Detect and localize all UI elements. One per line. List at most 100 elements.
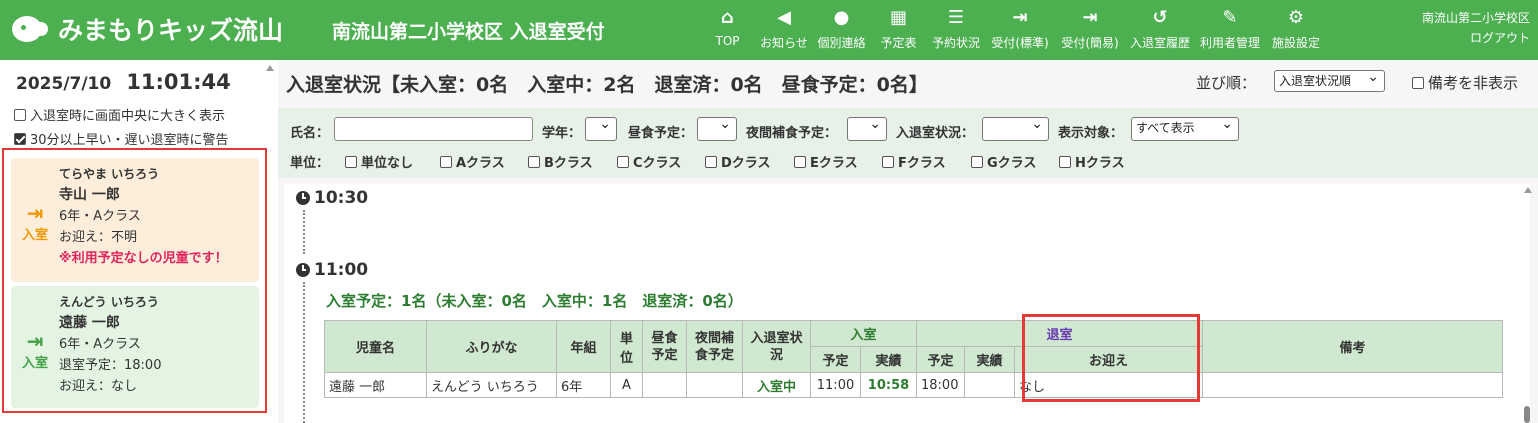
cell-kana: えんどう いちろう (426, 372, 557, 398)
col-lunch[interactable]: 昼食予定 (642, 320, 687, 373)
recent-entries-panel: ⇥ 入室 てらやま いちろう 寺山 一郎 6年・Aクラス お迎え：不明 ※利用予… (2, 148, 267, 413)
sign-in-icon: ⇥ (26, 201, 44, 225)
app-logo[interactable]: みまもりキッズ流山 (12, 10, 283, 48)
col-entry-actual[interactable]: 実績 (860, 346, 917, 373)
checkbox-checked[interactable] (14, 132, 26, 145)
gear-icon: ⚙ (1287, 7, 1305, 28)
unit-option[interactable]: 単位なし (345, 152, 413, 171)
name-filter-input[interactable] (334, 117, 533, 141)
nav-facility-settings[interactable]: ⚙ 施設設定 (1265, 6, 1327, 51)
checkbox[interactable] (882, 155, 894, 168)
col-status[interactable]: 入退室状況 (742, 320, 811, 373)
checkbox[interactable] (794, 155, 806, 168)
nav-reception-simple[interactable]: ⇥ 受付(簡易) (1055, 6, 1125, 51)
cell-entry-planned: 11:00 (810, 372, 861, 398)
checkbox[interactable] (528, 155, 540, 168)
lunch-filter-select[interactable] (697, 114, 737, 141)
nav-top[interactable]: ⌂ TOP (700, 6, 755, 51)
nav-schedule[interactable]: ▦ 予定表 (870, 6, 927, 51)
nav-reservations[interactable]: ☰ 予約状況 (927, 6, 985, 51)
unit-option[interactable]: Bクラス (528, 152, 593, 171)
col-pickup[interactable]: お迎え (1014, 346, 1203, 373)
nav-label: 施設設定 (1271, 36, 1320, 50)
col-exit-planned[interactable]: 予定 (916, 346, 965, 373)
unit-option-label: Dクラス (721, 156, 771, 171)
grade-filter-label: 学年： (542, 126, 582, 141)
unit-option[interactable]: Eクラス (794, 152, 858, 171)
checkbox[interactable] (14, 108, 26, 121)
checkbox[interactable] (617, 155, 629, 168)
time-slot-label: 11:00 (314, 260, 369, 280)
cell-status[interactable]: 入室中 (742, 372, 811, 398)
unit-option[interactable]: Aクラス (440, 152, 505, 171)
cell-exit-actual[interactable] (964, 372, 1015, 398)
slot-summary: 入室予定：1名（未入室：0名 入室中：1名 退室済：0名） (326, 292, 743, 310)
entry-card[interactable]: ⇥ 入室 えんどう いちろう 遠藤 一郎 6年・Aクラス 退室予定：18:00 … (11, 286, 259, 408)
app-header: みまもりキッズ流山 南流山第二小学校区 入退室受付 ⌂ TOP ◀ お知らせ ●… (0, 0, 1538, 60)
checkbox[interactable] (1412, 76, 1424, 89)
nav-label: 利用者管理 (1199, 36, 1260, 50)
nav-user-management[interactable]: ✎ 利用者管理 (1195, 6, 1265, 51)
grade-filter-select[interactable] (585, 114, 617, 141)
unit-option-label: Bクラス (544, 156, 593, 171)
display-filter-select[interactable]: すべて表示 (1131, 114, 1239, 141)
checkbox[interactable] (971, 155, 983, 168)
option-show-center[interactable]: 入退室時に画面中央に大きく表示 (14, 105, 225, 124)
facility-name: 南流山第二小学校区 (1421, 11, 1530, 25)
logo-text: みまもりキッズ流山 (58, 16, 284, 45)
scrollbar-thumb[interactable] (1524, 406, 1530, 423)
child-class: 6年・Aクラス (59, 337, 141, 352)
option-warn-early-late[interactable]: 30分以上早い・遅い退室時に警告 (14, 129, 229, 148)
col-notes[interactable]: 備考 (1202, 320, 1503, 373)
unit-option-label: Gクラス (987, 156, 1037, 171)
checkbox[interactable] (705, 155, 717, 168)
unit-filter-label: 単位： (290, 156, 330, 171)
time-slot-heading: 11:00 (296, 260, 368, 280)
scroll-up-arrow[interactable] (1524, 187, 1532, 193)
home-icon: ⌂ (721, 7, 734, 28)
night-snack-filter-select[interactable] (847, 114, 887, 141)
col-child-name[interactable]: 児童名 (324, 320, 427, 373)
entry-card[interactable]: ⇥ 入室 てらやま いちろう 寺山 一郎 6年・Aクラス お迎え：不明 ※利用予… (11, 158, 259, 282)
logout-link[interactable]: ログアウト (1422, 28, 1530, 48)
unit-option[interactable]: Hクラス (1059, 152, 1125, 171)
unit-option-label: Aクラス (456, 156, 505, 171)
sort-select[interactable]: 入退室状況順 (1274, 67, 1385, 92)
unit-option[interactable]: Fクラス (882, 152, 946, 171)
child-kana: てらやま いちろう (59, 167, 160, 181)
cell-entry-actual[interactable]: 10:58 (860, 372, 917, 398)
sign-in-icon: ⇥ (1012, 7, 1028, 28)
table-row[interactable]: 遠藤 一郎 えんどう いちろう 6年 A 入室中 11:00 10:58 18:… (324, 372, 1503, 398)
unit-option[interactable]: Cクラス (617, 152, 681, 171)
col-exit-actual[interactable]: 実績 (964, 346, 1015, 373)
scroll-up-arrow[interactable] (266, 65, 274, 71)
nav-individual-contact[interactable]: ● 個別連絡 (813, 6, 870, 51)
col-entry-planned[interactable]: 予定 (810, 346, 861, 373)
checkbox[interactable] (345, 155, 357, 168)
checkbox[interactable] (1059, 155, 1071, 168)
nav-news[interactable]: ◀ お知らせ (755, 6, 813, 51)
unit-option[interactable]: Gクラス (971, 152, 1036, 171)
badge-label: 入室 (21, 356, 48, 371)
main-content: 入退室状況【未入室：0名 入室中：2名 退室済：0名 昼食予定：0名】 並び順：… (278, 60, 1538, 423)
col-kana[interactable]: ふりがな (426, 320, 557, 373)
child-name: 寺山 一郎 (59, 187, 120, 203)
warning-text: ※利用予定なしの児童です！ (59, 251, 228, 266)
display-filter-label: 表示対象： (1058, 126, 1124, 141)
status-filter-select[interactable] (982, 114, 1049, 141)
status-summary-title: 入退室状況【未入室：0名 入室中：2名 退室済：0名 昼食予定：0名】 (286, 74, 928, 96)
cell-grade: 6年 (556, 372, 611, 398)
nav-history[interactable]: ↺ 入退室履歴 (1125, 6, 1195, 51)
hide-notes-toggle[interactable]: 備考を非表示 (1412, 72, 1518, 93)
nav-label: 予定表 (880, 36, 917, 50)
unit-option[interactable]: Dクラス (705, 152, 771, 171)
nav-reception-standard[interactable]: ⇥ 受付(標準) (985, 6, 1055, 51)
timeline-connector (303, 210, 305, 254)
checkbox[interactable] (440, 155, 452, 168)
col-night-snack[interactable]: 夜間補食予定 (686, 320, 743, 373)
cell-notes[interactable] (1202, 372, 1503, 398)
col-grade[interactable]: 年組 (556, 320, 611, 373)
child-class: 6年・Aクラス (59, 209, 141, 224)
col-unit[interactable]: 単位 (610, 320, 643, 373)
account-area: 南流山第二小学校区 ログアウト (1422, 8, 1530, 48)
